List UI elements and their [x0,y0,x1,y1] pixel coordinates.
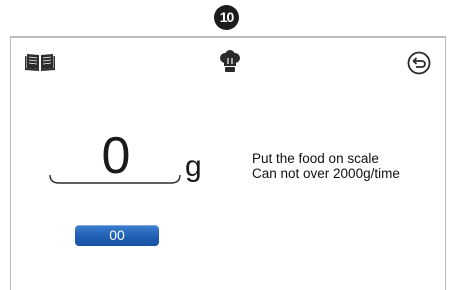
instructions-text: Put the food on scale Can not over 2000g… [252,151,400,181]
weight-unit: g [185,150,202,183]
device-screen: 0 g Put the food on scale Can not over 2… [10,36,446,290]
instruction-line-2: Can not over 2000g/time [252,166,400,181]
weight-underline [49,174,181,184]
recipe-book-icon[interactable] [25,51,55,71]
count-button[interactable]: 00 [75,225,159,246]
back-icon[interactable] [407,51,431,75]
page: 10 0 g Put the food on scale Can not ove… [0,0,449,290]
step-number-badge: 10 [214,5,239,30]
chef-hat-icon[interactable] [219,50,241,74]
instruction-line-1: Put the food on scale [252,151,379,166]
